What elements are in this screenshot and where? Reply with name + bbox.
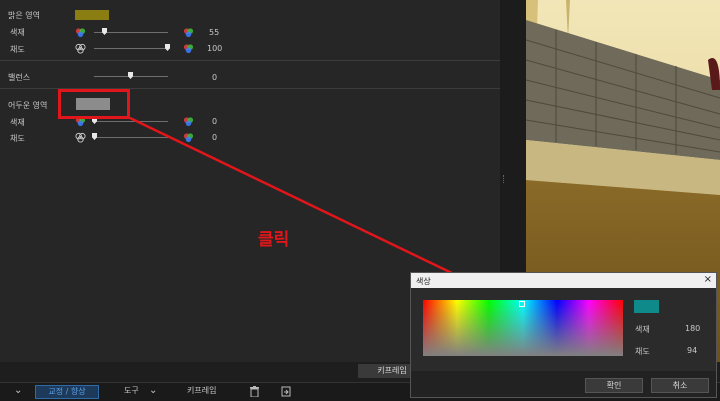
color-spectrum[interactable] xyxy=(423,300,623,356)
spectrum-cursor[interactable] xyxy=(519,301,525,307)
dialog-titlebar[interactable]: 색상 × xyxy=(411,273,716,288)
color-dialog: 색상 × 색재 180 채도 94 확인 취소 xyxy=(410,272,717,398)
dialog-sat-value: 94 xyxy=(687,346,698,355)
click-annotation: 클릭 xyxy=(258,230,290,250)
dialog-hue-label: 색재 xyxy=(635,325,650,334)
cancel-button[interactable]: 취소 xyxy=(651,378,709,393)
ok-button[interactable]: 확인 xyxy=(585,378,643,393)
dialog-sat-label: 채도 xyxy=(635,347,650,356)
dialog-hue-value: 180 xyxy=(685,324,701,333)
color-preview-swatch xyxy=(634,300,659,313)
dialog-title: 색상 xyxy=(416,277,431,286)
close-icon[interactable]: × xyxy=(704,274,712,285)
